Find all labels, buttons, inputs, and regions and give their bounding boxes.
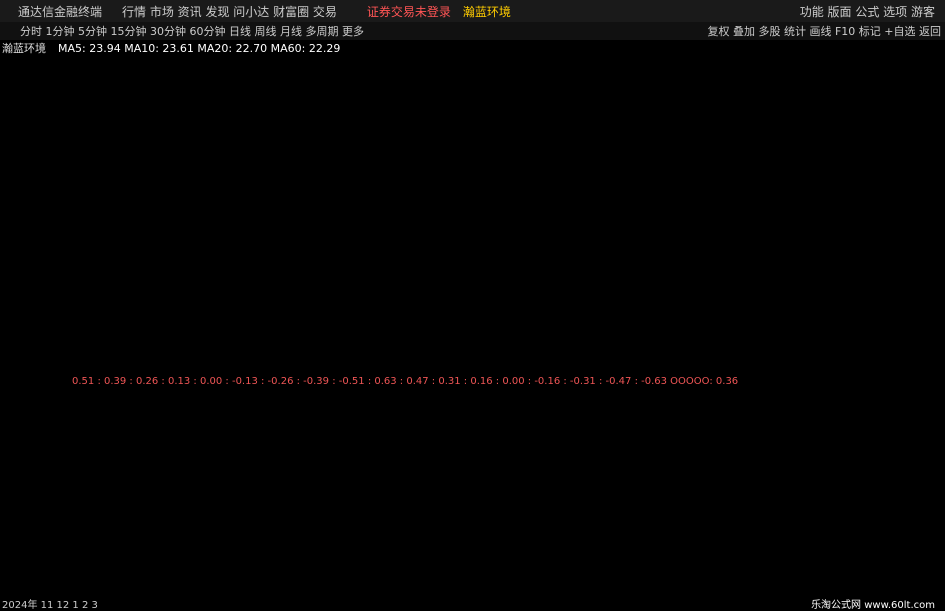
period-tabs[interactable]: 分时 1分钟 5分钟 15分钟 30分钟 60分钟 日线 周线 月线 多周期 更…	[0, 23, 364, 39]
title-bar: 通达信金融终端 行情 市场 资讯 发现 问小达 财富圈 交易 证券交易未登录 瀚…	[0, 0, 945, 22]
watermark: 乐淘公式网 www.60lt.com	[811, 599, 935, 611]
app-title: 通达信金融终端	[18, 4, 103, 19]
right-menu[interactable]: 功能 版面 公式 选项 游客	[800, 3, 945, 20]
stock-name-title: 瀚蓝环境	[462, 4, 511, 19]
status-text: 证券交易未登录	[366, 4, 451, 19]
chart-area-placeholder	[0, 40, 918, 600]
date-labels: 2024年 11 12 1 2 3	[2, 599, 98, 611]
indicator-values: 0.51 : 0.39 : 0.26 : 0.13 : 0.00 : -0.13…	[72, 375, 739, 387]
main-menu[interactable]: 行情 市场 资讯 发现 问小达 财富圈 交易	[122, 3, 337, 20]
indicator-values-bar: 0.51 : 0.39 : 0.26 : 0.13 : 0.00 : -0.13…	[0, 374, 945, 388]
period-toolbar: 分时 1分钟 5分钟 15分钟 30分钟 60分钟 日线 周线 月线 多周期 更…	[0, 22, 945, 40]
date-axis: 2024年 11 12 1 2 3 乐淘公式网 www.60lt.com	[0, 597, 945, 611]
chart-toolbar[interactable]: 复权 叠加 多股 统计 画线 F10 标记 +自选 返回	[707, 23, 945, 39]
